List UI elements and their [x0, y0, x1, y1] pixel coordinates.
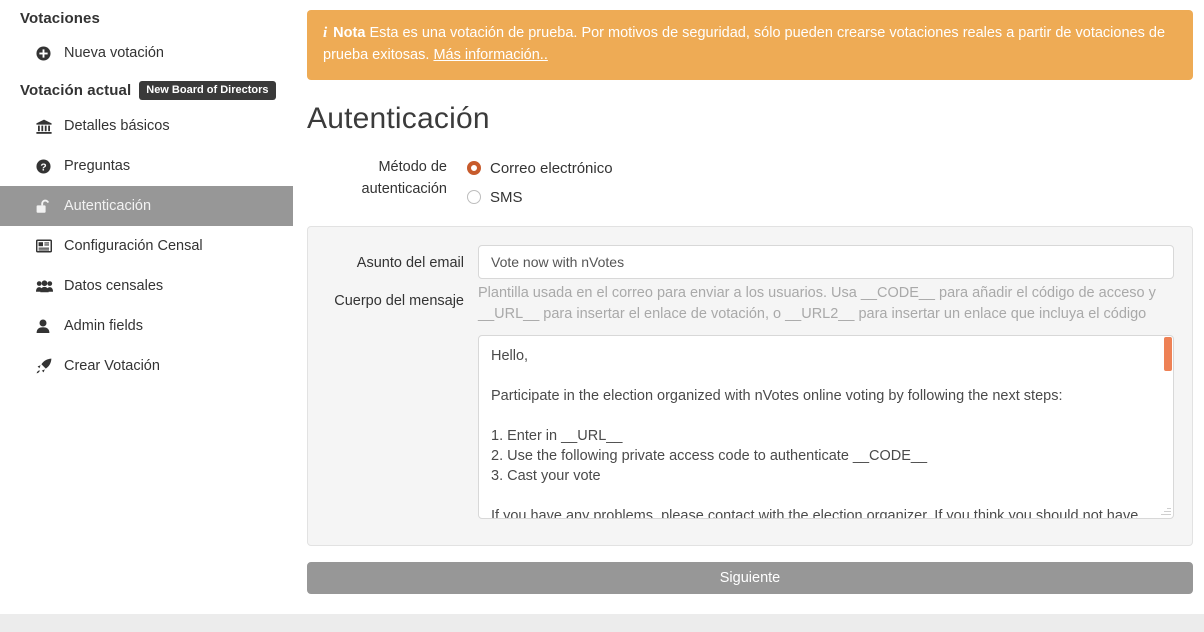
sidebar-item-autenticacion-label: Autenticación: [64, 198, 152, 214]
email-subject-row: Asunto del email: [308, 244, 1174, 279]
email-body-textarea[interactable]: Hello, Participate in the election organ…: [478, 334, 1174, 519]
sidebar-item-configuracion-censal[interactable]: Configuración Censal: [0, 226, 293, 266]
radio-unselected-icon[interactable]: [467, 190, 481, 205]
email-subject-input[interactable]: [478, 244, 1174, 279]
footer-strip: [0, 614, 1204, 632]
textarea-scrollbar-thumb[interactable]: [1164, 336, 1172, 371]
auth-method-radio-group: Correo electrónico SMS: [459, 154, 613, 212]
auth-method-option-email-label: Correo electrónico: [490, 159, 613, 177]
sidebar-item-configuracion-censal-label: Configuración Censal: [64, 238, 203, 254]
sidebar-item-crear-votacion-label: Crear Votación: [64, 358, 160, 374]
sidebar-heading-elections: Votaciones: [20, 10, 100, 27]
app-root: Votaciones Nueva votación Votación actua…: [0, 0, 1204, 632]
info-icon: i: [323, 25, 328, 41]
sidebar-item-datos-censales[interactable]: Datos censales: [0, 266, 293, 306]
email-body-textarea-wrap: Hello, Participate in the election organ…: [478, 334, 1174, 519]
sidebar-heading-current-row: Votación actual New Board of Directors: [0, 73, 293, 106]
email-settings-panel: Asunto del email Cuerpo del mensaje Plan…: [307, 225, 1193, 546]
email-subject-field-wrap: [478, 244, 1174, 279]
sidebar-item-preguntas-label: Preguntas: [64, 158, 131, 174]
main-content: i Nota Esta es una votación de prueba. Po…: [307, 0, 1193, 614]
auth-method-option-email[interactable]: Correo electrónico: [467, 154, 613, 183]
sidebar-item-crear-votacion[interactable]: Crear Votación: [0, 346, 293, 386]
auth-method-label: Método de autenticación: [361, 158, 447, 198]
sidebar-item-autenticacion[interactable]: Autenticación: [0, 186, 293, 226]
current-election-badge: New Board of Directors: [139, 81, 276, 100]
sidebar-item-admin-fields[interactable]: Admin fields: [0, 306, 293, 346]
notice-strong-label: Nota: [333, 25, 366, 41]
email-body-row: Cuerpo del mensaje Plantilla usada en el…: [308, 283, 1174, 519]
sidebar-heading-current: Votación actual: [20, 82, 132, 99]
auth-method-row: Método de autenticación Correo electróni…: [307, 154, 1193, 212]
auth-method-option-sms-label: SMS: [490, 188, 523, 206]
email-subject-label: Asunto del email: [356, 254, 464, 271]
newspaper-icon: [36, 239, 56, 253]
sidebar-item-preguntas[interactable]: ? Preguntas: [0, 146, 293, 186]
users-icon: [36, 279, 56, 293]
svg-text:?: ?: [40, 162, 46, 173]
sidebar-item-new-election-label: Nueva votación: [64, 45, 164, 61]
user-icon: [36, 319, 56, 333]
sidebar-item-datos-censales-label: Datos censales: [64, 278, 164, 294]
page-title: Autenticación: [307, 101, 490, 135]
plus-circle-icon: [36, 45, 56, 61]
email-body-help-text: Plantilla usada en el correo para enviar…: [478, 284, 1156, 322]
sidebar-item-admin-fields-label: Admin fields: [64, 318, 143, 334]
sidebar: Votaciones Nueva votación Votación actua…: [0, 0, 293, 614]
test-election-notice: i Nota Esta es una votación de prueba. Po…: [307, 10, 1193, 80]
sidebar-item-new-election[interactable]: Nueva votación: [0, 33, 293, 73]
unlock-icon: [36, 199, 56, 214]
radio-selected-icon[interactable]: [467, 161, 481, 176]
more-info-link[interactable]: Más información..: [433, 47, 547, 63]
email-body-label: Cuerpo del mensaje: [334, 292, 464, 309]
textarea-scrollbar[interactable]: [1164, 336, 1172, 517]
rocket-icon: [36, 358, 56, 374]
sidebar-item-detalles-basicos-label: Detalles básicos: [64, 118, 170, 134]
sidebar-item-detalles-basicos[interactable]: Detalles básicos: [0, 106, 293, 146]
next-button[interactable]: Siguiente: [307, 561, 1193, 594]
email-body-field-wrap: Plantilla usada en el correo para enviar…: [478, 283, 1174, 519]
bank-icon: [36, 119, 56, 134]
auth-method-option-sms[interactable]: SMS: [467, 183, 613, 212]
question-circle-icon: ?: [36, 158, 56, 174]
